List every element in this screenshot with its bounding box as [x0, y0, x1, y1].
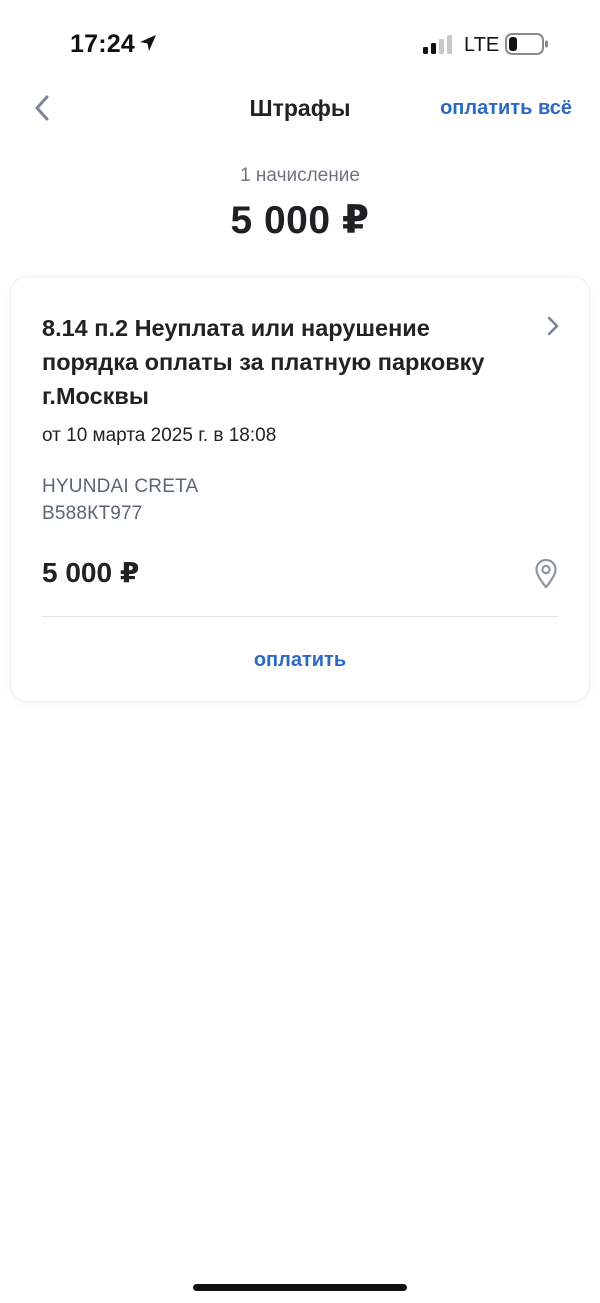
fine-card[interactable]: 8.14 п.2 Неуплата или нарушение порядка … [11, 277, 589, 701]
chevron-right-icon[interactable] [545, 315, 561, 337]
location-pin-icon[interactable] [534, 558, 558, 590]
fine-amount: 5 000 ₽ [42, 557, 140, 588]
network-type: LTE [464, 34, 500, 56]
fine-date: от 10 марта 2025 г. в 18:08 [42, 425, 277, 446]
home-indicator[interactable] [193, 1284, 407, 1291]
vehicle-model: HYUNDAI CRETA [42, 476, 199, 497]
pay-button[interactable]: оплатить [11, 649, 589, 672]
pay-all-button[interactable]: оплатить всё [440, 97, 572, 120]
status-bar: 17:24 LTE [0, 0, 600, 90]
battery-icon [505, 33, 548, 55]
total-amount: 5 000 ₽ [230, 199, 370, 242]
vehicle-plate: В588КТ977 [42, 503, 143, 524]
fine-title: 8.14 п.2 Неуплата или нарушение порядка … [42, 315, 485, 409]
location-arrow-icon [140, 35, 156, 51]
fines-screen: 17:24 LTE Штрафы оплатить всё 1 начислен… [0, 0, 600, 1303]
status-time: 17:24 [70, 30, 135, 58]
divider [42, 616, 558, 617]
charges-count: 1 начисление [240, 165, 360, 186]
signal-icon [423, 35, 452, 54]
